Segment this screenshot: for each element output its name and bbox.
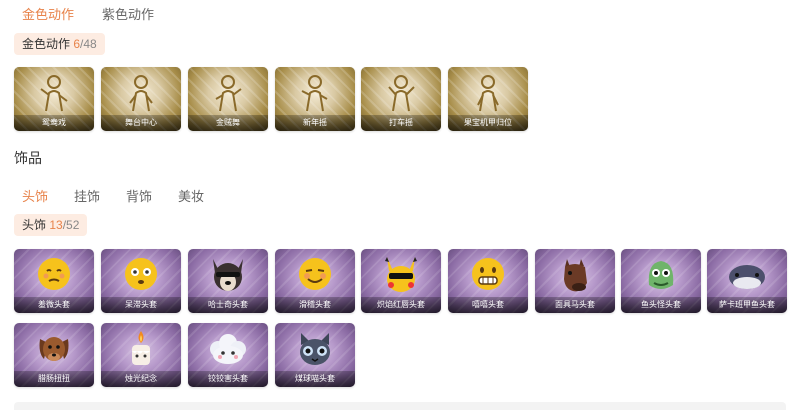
- action-card[interactable]: 金贼舞: [188, 67, 268, 131]
- action-card[interactable]: 果宝机甲归位: [448, 67, 528, 131]
- badge-count: 13: [49, 218, 63, 232]
- headwear-card[interactable]: 腊肠扭扭: [14, 323, 94, 387]
- tab-makeup[interactable]: 美妆: [178, 186, 204, 205]
- headwear-count-badge: 头饰 13/52: [14, 214, 88, 236]
- headwear-label: 萨卡班甲鱼头套: [707, 297, 787, 313]
- headwear-label: 羞微头套: [14, 297, 94, 313]
- husky-icon: [213, 259, 243, 291]
- smirk-emoji-icon: [299, 258, 331, 290]
- headwear-card[interactable]: 煤球喵头套: [275, 323, 355, 387]
- headwear-label: 腊肠扭扭: [14, 371, 94, 387]
- headwear-card[interactable]: 呆滞头套: [101, 249, 181, 313]
- cloud-dumpling-icon: [210, 334, 246, 364]
- figure-pose-icon: [477, 75, 499, 112]
- headwear-card[interactable]: 滑稽头套: [275, 249, 355, 313]
- action-card[interactable]: 舞台中心: [101, 67, 181, 131]
- headwear-label: 嘻嘻头套: [448, 297, 528, 313]
- tab-hanging[interactable]: 挂饰: [74, 186, 100, 205]
- action-card[interactable]: 打车摇: [361, 67, 441, 131]
- bottom-panel-edge: [14, 402, 786, 410]
- headwear-card[interactable]: 面具马头套: [535, 249, 615, 313]
- headwear-label: 烛光纪念: [101, 371, 181, 387]
- action-label: 打车摇: [361, 115, 441, 131]
- headwear-card[interactable]: 炽焰红唇头套: [361, 249, 441, 313]
- headwear-card[interactable]: 羞微头套: [14, 249, 94, 313]
- armored-fish-icon: [729, 265, 765, 289]
- action-label: 舞台中心: [101, 115, 181, 131]
- yellow-mascot-icon: [385, 257, 417, 292]
- figure-pose-icon: [215, 75, 242, 112]
- headwear-label: 煤球喵头套: [275, 371, 355, 387]
- headwear-label: 滑稽头套: [275, 297, 355, 313]
- headwear-label: 铰铰害头套: [188, 371, 268, 387]
- figure-pose-icon: [301, 75, 328, 112]
- badge-total: /48: [80, 37, 97, 51]
- action-card[interactable]: 新年摇: [275, 67, 355, 131]
- headwear-card[interactable]: 烛光纪念: [101, 323, 181, 387]
- badge-total: /52: [62, 218, 80, 232]
- dazed-emoji-icon: [125, 258, 157, 290]
- action-label: 新年摇: [275, 115, 355, 131]
- headwear-label: 哈士奇头套: [188, 297, 268, 313]
- headwear-card[interactable]: 嘻嘻头套: [448, 249, 528, 313]
- dachshund-icon: [39, 337, 69, 361]
- fish-monster-icon: [648, 261, 674, 289]
- action-card[interactable]: 鸳鸯戏: [14, 67, 94, 131]
- action-label: 果宝机甲归位: [448, 115, 528, 131]
- badge-label: 金色动作: [22, 37, 71, 51]
- headwear-label: 鱼头怪头套: [621, 297, 701, 313]
- headwear-card[interactable]: 鱼头怪头套: [621, 249, 701, 313]
- candle-icon: [132, 331, 150, 365]
- tab-headwear[interactable]: 头饰: [22, 186, 48, 205]
- headwear-card[interactable]: 铰铰害头套: [188, 323, 268, 387]
- figure-pose-icon: [40, 75, 68, 112]
- figure-pose-icon: [388, 75, 415, 112]
- coal-cat-icon: [300, 333, 330, 365]
- accessory-tabs: 头饰 挂饰 背饰 美妆: [22, 186, 230, 205]
- headwear-label: 面具马头套: [535, 297, 615, 313]
- horse-mask-icon: [564, 259, 587, 292]
- tab-gold-actions[interactable]: 金色动作: [22, 4, 74, 23]
- section-title-accessories: 饰品: [14, 150, 42, 166]
- action-label: 金贼舞: [188, 115, 268, 131]
- action-label: 鸳鸯戏: [14, 115, 94, 131]
- tab-back[interactable]: 背饰: [126, 186, 152, 205]
- badge-label: 头饰: [22, 218, 47, 232]
- shy-emoji-icon: [38, 258, 70, 290]
- gold-actions-count-badge: 金色动作 6/48: [14, 33, 105, 55]
- action-tabs: 金色动作 紫色动作: [22, 4, 154, 23]
- headwear-card[interactable]: 哈士奇头套: [188, 249, 268, 313]
- headwear-card[interactable]: 萨卡班甲鱼头套: [707, 249, 787, 313]
- headwear-label: 呆滞头套: [101, 297, 181, 313]
- figure-pose-icon: [129, 75, 153, 112]
- tab-purple-actions[interactable]: 紫色动作: [102, 4, 154, 23]
- headwear-label: 炽焰红唇头套: [361, 297, 441, 313]
- grin-emoji-icon: [472, 258, 504, 290]
